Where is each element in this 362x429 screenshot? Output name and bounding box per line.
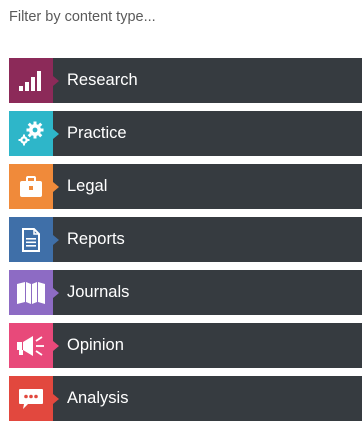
pointer-arrow: [53, 287, 59, 298]
icon-box: [9, 164, 59, 209]
pointer-arrow: [53, 75, 59, 86]
open-book-icon: [16, 281, 46, 305]
filter-item-journals[interactable]: Journals: [9, 270, 362, 315]
icon-box: [9, 270, 59, 315]
pointer-arrow: [53, 234, 59, 245]
briefcase-icon: [18, 175, 44, 199]
icon-box: [9, 58, 59, 103]
content-type-filter-list: Research Practice Legal Reports Journals…: [9, 58, 362, 429]
filter-item-practice[interactable]: Practice: [9, 111, 362, 156]
filter-item-label: Opinion: [67, 336, 124, 354]
icon-box: [9, 217, 59, 262]
filter-item-label: Legal: [67, 177, 108, 195]
filter-item-legal[interactable]: Legal: [9, 164, 362, 209]
filter-item-label: Analysis: [67, 389, 129, 407]
icon-box: [9, 111, 59, 156]
pointer-arrow: [53, 340, 59, 351]
filter-item-analysis[interactable]: Analysis: [9, 376, 362, 421]
filter-item-opinion[interactable]: Opinion: [9, 323, 362, 368]
filter-heading: Filter by content type...: [9, 9, 156, 25]
filter-item-research[interactable]: Research: [9, 58, 362, 103]
speech-bubble-icon: [17, 387, 45, 411]
icon-box: [9, 376, 59, 421]
document-icon: [20, 227, 42, 253]
gears-icon: [17, 121, 45, 147]
filter-item-reports[interactable]: Reports: [9, 217, 362, 262]
filter-item-label: Practice: [67, 124, 127, 142]
bar-chart-icon: [18, 69, 44, 93]
filter-item-label: Research: [67, 71, 138, 89]
megaphone-icon: [16, 334, 46, 358]
filter-item-label: Reports: [67, 230, 125, 248]
icon-box: [9, 323, 59, 368]
pointer-arrow: [53, 393, 59, 404]
pointer-arrow: [53, 128, 59, 139]
pointer-arrow: [53, 181, 59, 192]
filter-item-label: Journals: [67, 283, 130, 301]
